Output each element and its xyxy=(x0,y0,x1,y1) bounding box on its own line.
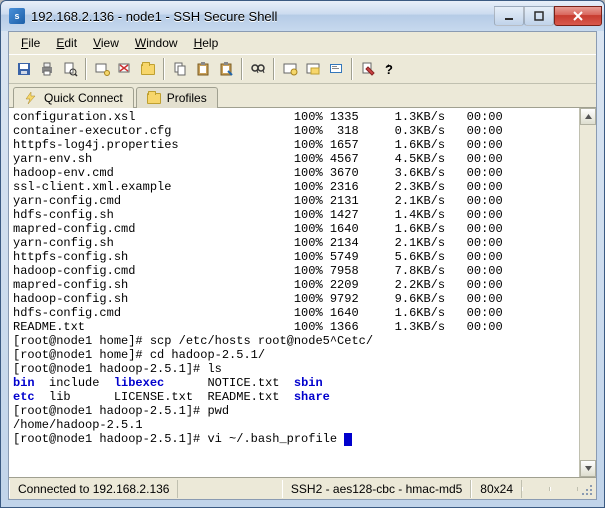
titlebar[interactable]: s 192.168.2.136 - node1 - SSH Secure She… xyxy=(1,1,604,31)
menu-help[interactable]: Help xyxy=(186,34,227,52)
disconnect-icon[interactable] xyxy=(114,58,136,80)
lightning-icon xyxy=(24,92,38,104)
scroll-down-icon[interactable] xyxy=(580,460,596,477)
transfer-row: hadoop-env.cmd 100% 3670 3.6KB/s 00:00 xyxy=(13,166,594,180)
menu-edit[interactable]: Edit xyxy=(48,34,85,52)
cursor xyxy=(344,433,352,446)
app-icon: s xyxy=(9,8,25,24)
transfer-row: httpfs-config.sh 100% 5749 5.6KB/s 00:00 xyxy=(13,250,594,264)
transfer-row: httpfs-log4j.properties 100% 1657 1.6KB/… xyxy=(13,138,594,152)
connect-icon[interactable] xyxy=(91,58,113,80)
paste-selection-icon[interactable] xyxy=(215,58,237,80)
new-terminal-icon[interactable] xyxy=(279,58,301,80)
statusbar: Connected to 192.168.2.136 SSH2 - aes128… xyxy=(9,477,596,499)
status-blank1 xyxy=(522,487,550,491)
paste-icon[interactable] xyxy=(192,58,214,80)
transfer-row: hadoop-config.cmd 100% 7958 7.8KB/s 00:0… xyxy=(13,264,594,278)
profiles-icon[interactable] xyxy=(137,58,159,80)
tab-quick-connect[interactable]: Quick Connect xyxy=(13,87,134,108)
close-button[interactable] xyxy=(554,6,602,26)
scrollbar[interactable] xyxy=(579,108,596,477)
transfer-row: yarn-config.cmd 100% 2131 2.1KB/s 00:00 xyxy=(13,194,594,208)
terminal[interactable]: configuration.xsl 100% 1335 1.3KB/s 00:0… xyxy=(9,108,596,477)
transfer-row: README.txt 100% 1366 1.3KB/s 00:00 xyxy=(13,320,594,334)
minimize-button[interactable] xyxy=(494,6,524,26)
transfer-row: container-executor.cfg 100% 318 0.3KB/s … xyxy=(13,124,594,138)
menubar: File Edit View Window Help xyxy=(9,32,596,54)
transfer-row: yarn-config.sh 100% 2134 2.1KB/s 00:00 xyxy=(13,236,594,250)
status-cipher: SSH2 - aes128-cbc - hmac-md5 xyxy=(282,480,471,498)
tab-profiles[interactable]: Profiles xyxy=(136,87,218,108)
menu-window[interactable]: Window xyxy=(127,34,186,52)
print-preview-icon[interactable] xyxy=(59,58,81,80)
scroll-up-icon[interactable] xyxy=(580,108,596,125)
tab-label: Quick Connect xyxy=(44,91,123,105)
copy-icon[interactable] xyxy=(169,58,191,80)
transfer-row: configuration.xsl 100% 1335 1.3KB/s 00:0… xyxy=(13,110,594,124)
transfer-row: mapred-config.sh 100% 2209 2.2KB/s 00:00 xyxy=(13,278,594,292)
toolbar: ? xyxy=(9,54,596,84)
help-icon[interactable]: ? xyxy=(380,58,402,80)
print-icon[interactable] xyxy=(36,58,58,80)
maximize-button[interactable] xyxy=(524,6,554,26)
new-file-transfer-icon[interactable] xyxy=(302,58,324,80)
resize-grip[interactable] xyxy=(578,478,596,499)
menu-file[interactable]: File xyxy=(13,34,48,52)
save-icon[interactable] xyxy=(13,58,35,80)
window-title: 192.168.2.136 - node1 - SSH Secure Shell xyxy=(31,9,494,24)
app-window: s 192.168.2.136 - node1 - SSH Secure She… xyxy=(0,0,605,508)
transfer-row: hdfs-config.cmd 100% 1640 1.6KB/s 00:00 xyxy=(13,306,594,320)
transfer-row: hdfs-config.sh 100% 1427 1.4KB/s 00:00 xyxy=(13,208,594,222)
folder-icon xyxy=(147,93,161,104)
status-connection: Connected to 192.168.2.136 xyxy=(9,480,178,498)
status-size: 80x24 xyxy=(471,480,522,498)
transfer-row: ssl-client.xml.example 100% 2316 2.3KB/s… xyxy=(13,180,594,194)
transfer-row: yarn-env.sh 100% 4567 4.5KB/s 00:00 xyxy=(13,152,594,166)
client-area: File Edit View Window Help xyxy=(8,31,597,500)
transfer-row: hadoop-config.sh 100% 9792 9.6KB/s 00:00 xyxy=(13,292,594,306)
find-icon[interactable] xyxy=(247,58,269,80)
tabbar: Quick Connect Profiles xyxy=(9,84,596,108)
transfer-row: mapred-config.cmd 100% 1640 1.6KB/s 00:0… xyxy=(13,222,594,236)
log-session-icon[interactable] xyxy=(325,58,347,80)
settings-icon[interactable] xyxy=(357,58,379,80)
status-blank2 xyxy=(550,487,578,491)
tab-label: Profiles xyxy=(167,91,207,105)
menu-view[interactable]: View xyxy=(85,34,127,52)
